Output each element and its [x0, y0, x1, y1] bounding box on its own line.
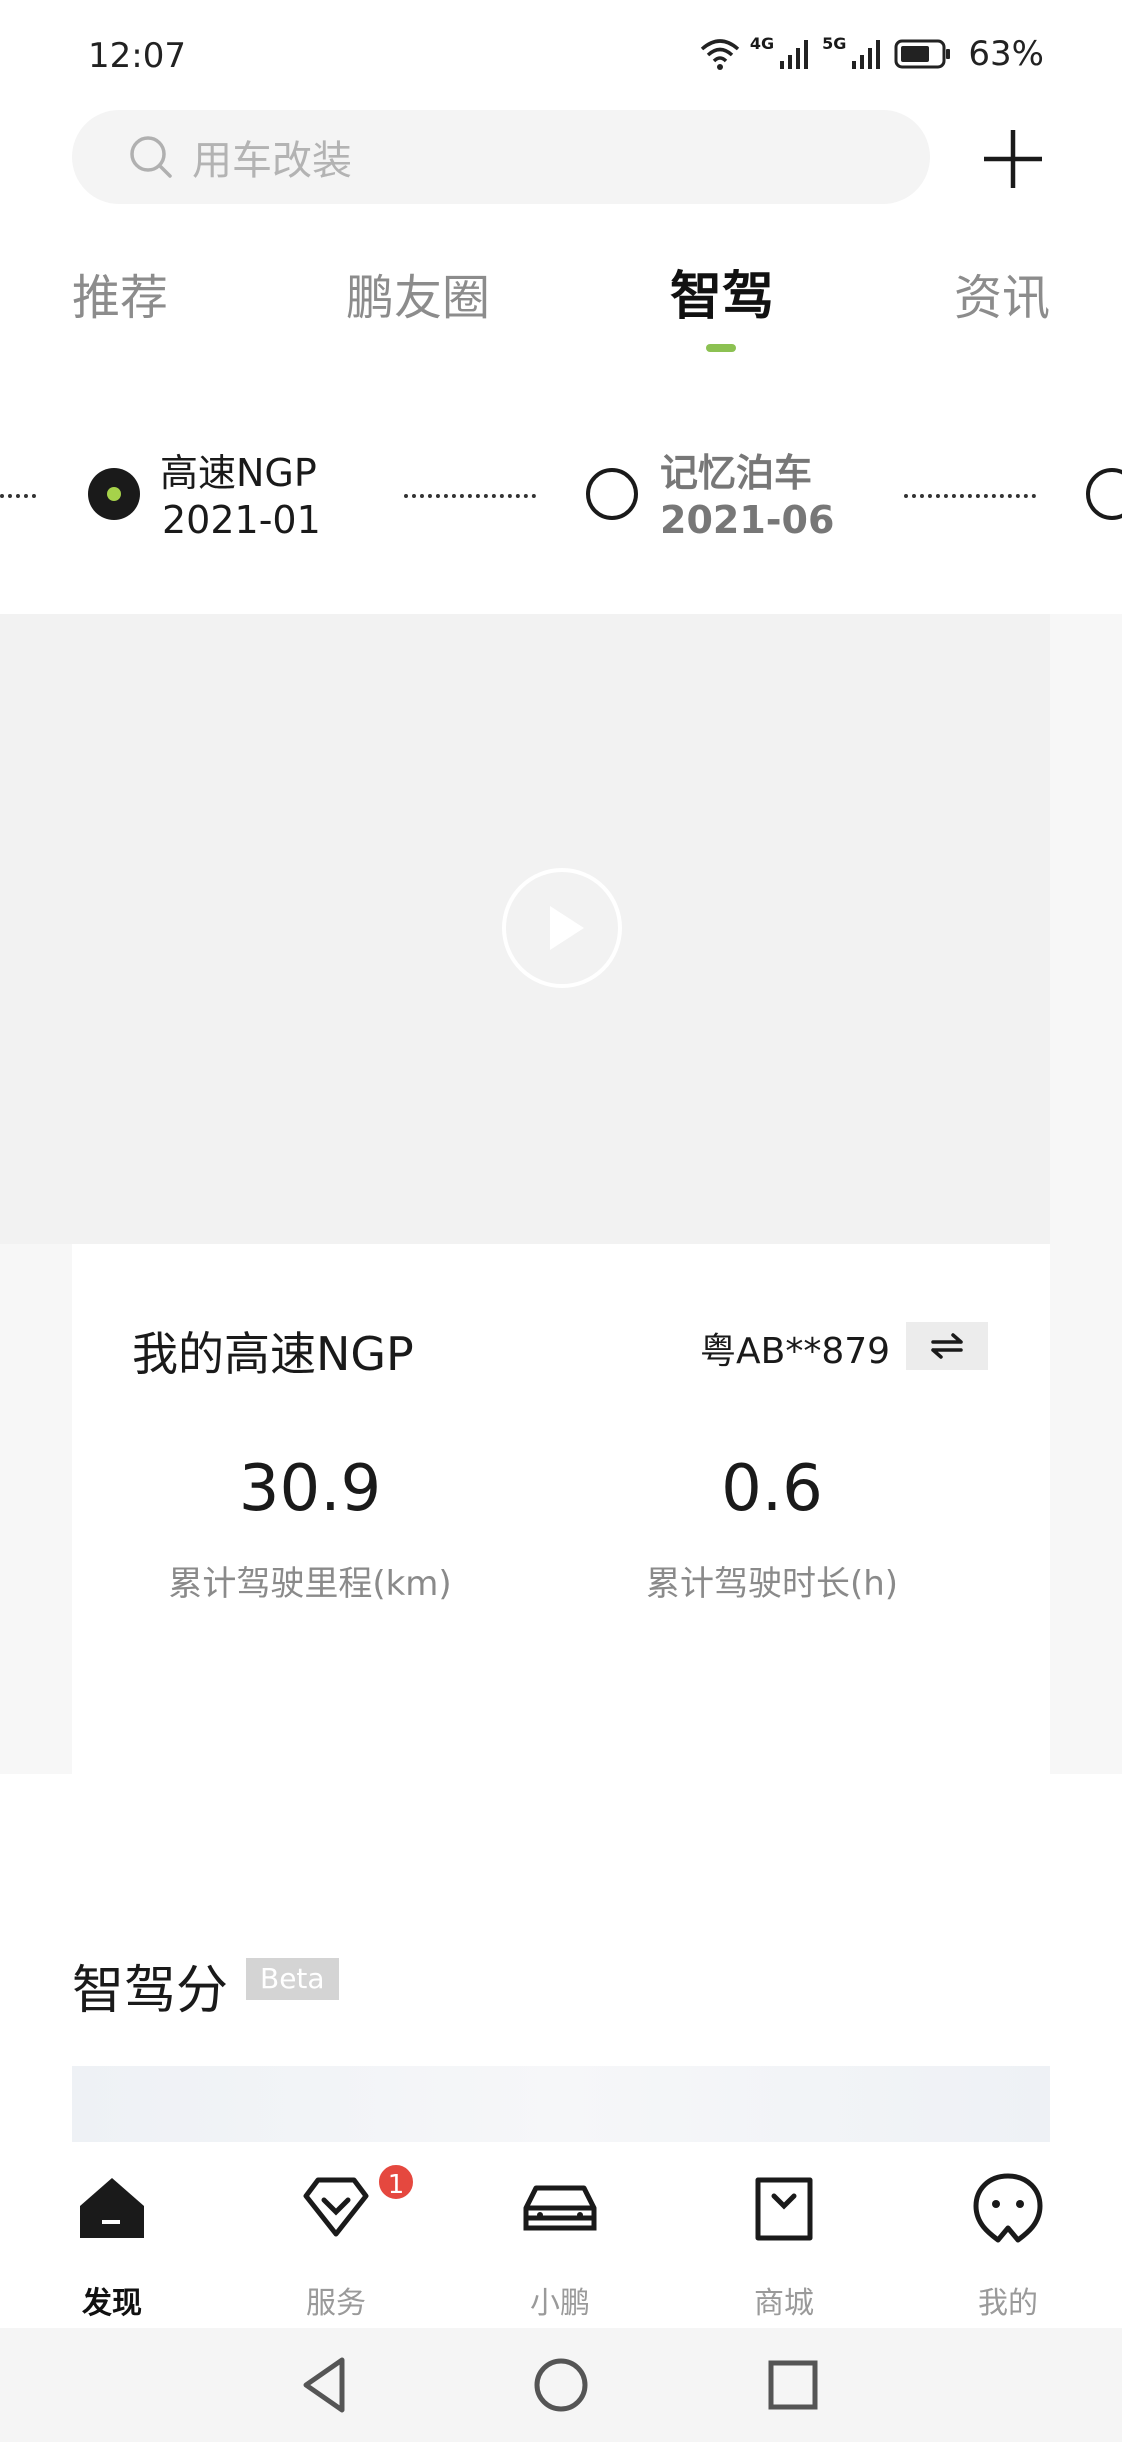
service-notification-badge: 1 [376, 2162, 416, 2202]
feature-timeline: 高速NGP 2021-01 记忆泊车 2021-06 [0, 420, 1122, 570]
timeline-date-memory-parking: 2021-06 [660, 498, 835, 542]
home-icon [80, 2178, 144, 2238]
stat-duration-label: 累计驾驶时长(h) [645, 1564, 899, 1604]
timeline-connector [904, 494, 1036, 498]
nav-label-discover: 发现 [82, 2286, 142, 2321]
stat-duration-value: 0.6 [721, 1452, 823, 1526]
status-bar: 12:07 4G 5G 63% [0, 0, 1122, 110]
score-banner-image[interactable] [72, 2066, 1050, 2142]
system-nav-bar [0, 2328, 1122, 2442]
timeline-node-next[interactable] [1086, 468, 1122, 520]
nav-label-profile: 我的 [978, 2286, 1038, 2321]
search-icon [130, 136, 172, 178]
home-circle-icon[interactable] [526, 2350, 596, 2420]
status-icons: 4G 5G 63% [700, 34, 1044, 74]
timeline-node-ngp[interactable] [88, 468, 140, 520]
nav-label-shop: 商城 [754, 2286, 814, 2321]
stat-mileage-label: 累计驾驶里程(km) [168, 1564, 452, 1604]
wifi-icon [700, 39, 740, 70]
timeline-connector [0, 494, 36, 498]
timeline-date-ngp: 2021-01 [162, 498, 321, 542]
nav-discover[interactable]: 发现 [32, 2168, 192, 2321]
shop-bag-icon [755, 2177, 813, 2241]
tab-recommend[interactable]: 推荐 [72, 258, 168, 328]
nav-profile[interactable]: 我的 [928, 2168, 1088, 2321]
nav-service[interactable]: 1 服务 [256, 2162, 416, 2321]
battery-icon [894, 39, 951, 69]
ngp-stats-card: 我的高速NGP 粤AB**879 30.9 累计驾驶里程(km) 0.6 累计驾… [72, 1244, 1050, 1774]
timeline-title-memory-parking[interactable]: 记忆泊车 [660, 442, 812, 497]
card-title: 我的高速NGP [132, 1327, 414, 1381]
timeline-title-ngp[interactable]: 高速NGP [160, 442, 317, 497]
search-placeholder: 用车改装 [192, 138, 352, 184]
battery-percent: 63% [968, 34, 1044, 74]
profile-face-icon [973, 2173, 1043, 2243]
network-4g-label: 4G [749, 34, 775, 53]
car-icon [523, 2185, 597, 2231]
score-section-title: 智驾分 [72, 1961, 229, 2021]
tab-smart-driving[interactable]: 智驾 [670, 254, 774, 329]
beta-badge: Beta [246, 1958, 339, 2000]
search-input[interactable]: 用车改装 [72, 110, 930, 204]
recent-apps-icon[interactable] [758, 2350, 828, 2420]
nav-label-service: 服务 [306, 2286, 366, 2321]
nav-xpeng[interactable]: 小鹏 [480, 2168, 640, 2321]
status-time: 12:07 [88, 36, 186, 76]
add-button[interactable] [980, 126, 1046, 192]
tab-news[interactable]: 资讯 [954, 258, 1050, 328]
bottom-nav: 发现 1 服务 小鹏 商城 我的 [0, 2142, 1122, 2328]
signal-icon-2 [852, 40, 881, 69]
signal-icon [780, 40, 809, 69]
timeline-connector [404, 494, 536, 498]
tab-friends-circle[interactable]: 鹏友圈 [346, 258, 490, 328]
service-icon [303, 2177, 369, 2237]
plate-number: 粤AB**879 [700, 1331, 891, 1372]
stat-mileage-value: 30.9 [238, 1452, 382, 1526]
network-5g-label: 5G [822, 34, 847, 53]
timeline-node-memory-parking[interactable] [586, 468, 638, 520]
nav-shop[interactable]: 商城 [704, 2168, 864, 2321]
swap-arrows-icon [931, 1333, 963, 1359]
nav-label-xpeng: 小鹏 [530, 2286, 590, 2321]
switch-vehicle-button[interactable] [906, 1322, 988, 1370]
back-icon[interactable] [290, 2350, 360, 2420]
tab-active-indicator [706, 344, 736, 352]
play-icon[interactable] [500, 866, 624, 990]
